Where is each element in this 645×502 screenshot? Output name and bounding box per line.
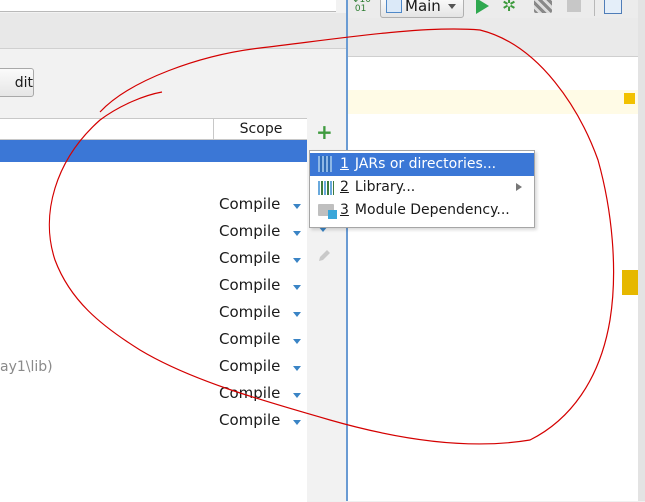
stop-icon[interactable] [567, 0, 581, 12]
run-config-icon [386, 0, 402, 13]
menu-item-label: JARs or directories... [354, 156, 497, 172]
add-dependency-popup: 1 JARs or directories... 2 Library... 3 Mod… [309, 150, 535, 228]
menu-item-number: 2 [340, 179, 349, 195]
top-text-field[interactable] [0, 0, 336, 12]
scope-dropdown-icon[interactable] [293, 231, 301, 236]
module-icon-badge [328, 210, 337, 219]
menu-item-library[interactable]: 2 Library... [310, 176, 534, 199]
menu-item-number: 1 [340, 156, 349, 172]
scope-column-header[interactable]: Scope [213, 119, 308, 140]
scope-cell[interactable]: Compile [219, 384, 280, 402]
add-icon[interactable]: + [316, 122, 333, 142]
warning-marker[interactable] [622, 270, 638, 295]
scope-cell[interactable]: Compile [219, 330, 280, 348]
menu-item-label: Library... [354, 179, 416, 195]
edit-button[interactable]: dit [0, 68, 34, 97]
scope-cell[interactable]: Compile [219, 249, 280, 267]
table-header-name-column[interactable] [0, 119, 213, 140]
jar-icon [318, 156, 332, 172]
scope-dropdown-icon[interactable] [293, 312, 301, 317]
submenu-arrow-icon [516, 183, 522, 191]
scope-dropdown-icon[interactable] [293, 285, 301, 290]
warning-marker[interactable] [624, 93, 635, 104]
editor-tab-strip [348, 18, 645, 57]
menu-item-number: 3 [340, 202, 349, 218]
scope-dropdown-icon[interactable] [293, 366, 301, 371]
editor-area [348, 0, 645, 501]
scope-cell[interactable]: Compile [219, 303, 280, 321]
run-with-coverage-icon[interactable] [534, 0, 552, 13]
scope-dropdown-icon[interactable] [293, 339, 301, 344]
edit-icon[interactable] [316, 248, 332, 264]
run-config-label: Main [405, 0, 441, 15]
menu-item-label: Module Dependency... [354, 202, 510, 218]
scope-dropdown-icon[interactable] [293, 393, 301, 398]
scope-cell[interactable]: Compile [219, 195, 280, 213]
debug-icon[interactable]: ✲ [502, 0, 516, 16]
table-row-selected[interactable] [0, 140, 307, 162]
scope-dropdown-icon[interactable] [293, 258, 301, 263]
scope-dropdown-icon[interactable] [293, 204, 301, 209]
scope-cell[interactable]: Compile [219, 222, 280, 240]
dialog-header-band [0, 13, 347, 49]
library-path-text: ay1\lib) [0, 359, 53, 375]
project-structure-icon[interactable] [604, 0, 622, 14]
highlighted-line [348, 90, 645, 114]
make-project-icon[interactable]: ↓10 01 [352, 0, 371, 14]
scope-cell[interactable]: Compile [219, 276, 280, 294]
scope-dropdown-icon[interactable] [293, 420, 301, 425]
chevron-down-icon [448, 4, 456, 9]
library-icon [318, 181, 334, 195]
toolbar-separator [594, 0, 595, 16]
scope-cell[interactable]: Compile [219, 357, 280, 375]
error-stripe-gutter [638, 0, 645, 501]
run-icon[interactable] [476, 0, 489, 14]
menu-item-jars[interactable]: 1 JARs or directories... [310, 153, 534, 176]
project-structure-dialog: dit Scope Compile Compile Compile Compil… [0, 0, 347, 502]
scope-cell[interactable]: Compile [219, 411, 280, 429]
dependencies-table: Scope Compile Compile Compile Compile Co… [0, 118, 308, 502]
menu-item-module-dependency[interactable]: 3 Module Dependency... [310, 199, 534, 222]
